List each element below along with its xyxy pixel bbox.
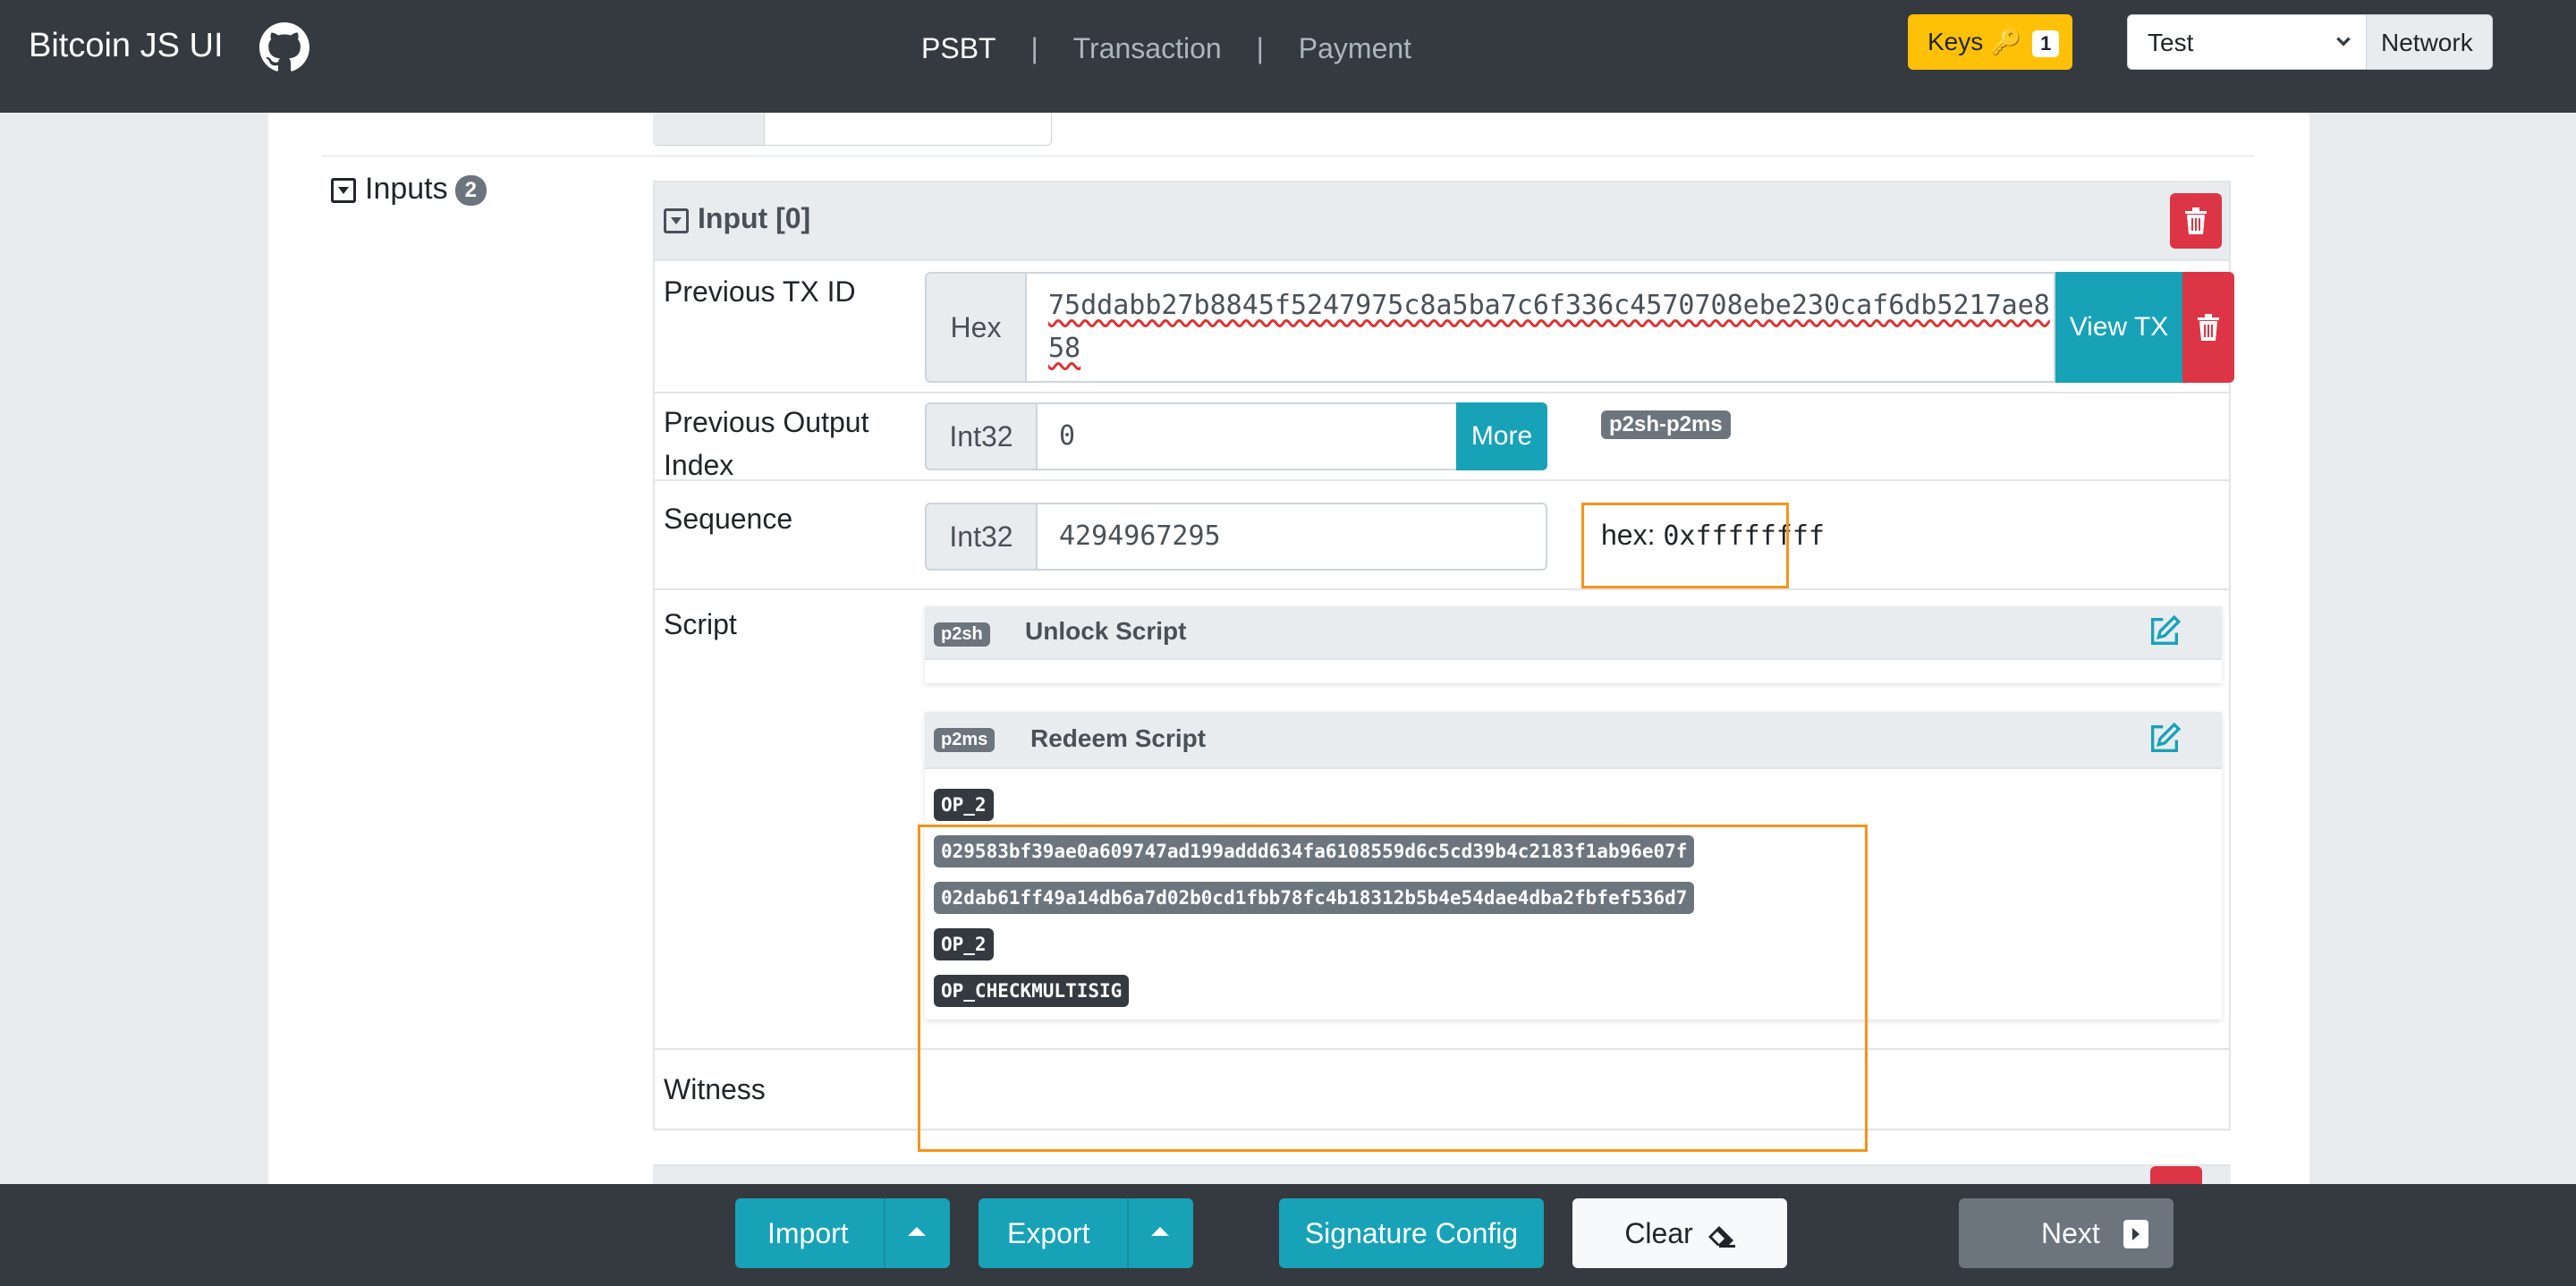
bottom-toolbar: Import Export Signature Config Clear Nex… bbox=[0, 1184, 2576, 1286]
prev-txid-label: Previous TX ID bbox=[664, 275, 856, 308]
eraser-icon bbox=[1707, 1225, 1735, 1248]
redeem-script-header: p2ms Redeem Script bbox=[925, 712, 2222, 769]
next-label: Next bbox=[2041, 1217, 2100, 1249]
nav-psbt[interactable]: PSBT bbox=[921, 32, 996, 65]
export-button[interactable]: Export bbox=[979, 1198, 1193, 1268]
redeem-script-type-badge: p2ms bbox=[934, 728, 996, 752]
import-button[interactable]: Import bbox=[735, 1198, 950, 1268]
network-button[interactable]: Network bbox=[2366, 14, 2493, 70]
app-title[interactable]: Bitcoin JS UI bbox=[29, 27, 224, 65]
input-card-0: Input [0] Previous TX ID Hex 75ddabb27b8… bbox=[653, 181, 2234, 1152]
caret-up-icon[interactable] bbox=[908, 1227, 926, 1236]
row-divider bbox=[655, 479, 2229, 481]
script-type-label: p2sh-p2ms bbox=[1601, 410, 1731, 439]
split-divider bbox=[884, 1198, 886, 1268]
prev-txid-addon: Hex bbox=[925, 272, 1027, 383]
trash-icon bbox=[2198, 314, 2219, 341]
locktime-addon bbox=[653, 113, 765, 145]
highlight-box bbox=[1581, 503, 1789, 588]
delete-input-button[interactable] bbox=[2170, 193, 2222, 249]
nav-separator: | bbox=[1030, 32, 1038, 64]
inputs-count-badge: 2 bbox=[454, 175, 487, 207]
nav-transaction[interactable]: Transaction bbox=[1073, 32, 1222, 65]
prev-txid-input[interactable]: 75ddabb27b8845f5247975c8a5ba7c6f336c4570… bbox=[1025, 272, 2055, 383]
key-icon: 🔑 bbox=[1990, 28, 2022, 55]
sequence-input[interactable]: 4294967295 bbox=[1036, 503, 1547, 571]
nav-separator: | bbox=[1256, 32, 1264, 64]
script-type-badge: p2sh-p2ms bbox=[1601, 410, 1731, 439]
input-card-1 bbox=[653, 1164, 2231, 1186]
import-label: Import bbox=[767, 1217, 849, 1249]
unlock-script-panel: p2sh Unlock Script bbox=[925, 606, 2222, 683]
caret-right-icon bbox=[2123, 1220, 2148, 1248]
nav-links: PSBT | Transaction | Payment bbox=[921, 32, 1411, 65]
keys-label: Keys bbox=[1928, 28, 1984, 55]
row-divider bbox=[655, 392, 2229, 393]
next-button[interactable]: Next bbox=[1959, 1198, 2174, 1268]
row-divider bbox=[655, 588, 2229, 590]
sequence-addon: Int32 bbox=[925, 503, 1038, 571]
view-tx-button[interactable]: View TX bbox=[2055, 272, 2182, 383]
trash-icon bbox=[2185, 207, 2207, 234]
row-divider bbox=[655, 259, 2229, 261]
github-icon[interactable] bbox=[259, 22, 309, 72]
prev-output-index-label: Previous Output Index bbox=[664, 406, 869, 481]
prev-output-index-input[interactable]: 0 bbox=[1036, 402, 1458, 470]
caret-up-icon[interactable] bbox=[1151, 1227, 1169, 1236]
redeem-script-title: Redeem Script bbox=[1030, 724, 1207, 752]
keys-button[interactable]: Keys 🔑 1 bbox=[1908, 14, 2072, 70]
signature-config-button[interactable]: Signature Config bbox=[1279, 1198, 1544, 1268]
edit-icon[interactable] bbox=[2147, 613, 2182, 649]
inputs-label: Inputs bbox=[365, 172, 448, 206]
collapse-toggle-icon bbox=[664, 207, 689, 233]
witness-label: Witness bbox=[664, 1073, 766, 1105]
edit-icon[interactable] bbox=[2147, 721, 2182, 757]
network-selected-value: Test bbox=[2148, 29, 2194, 56]
clear-label: Clear bbox=[1624, 1217, 1693, 1249]
chevron-down-icon bbox=[2336, 37, 2351, 47]
script-op-chip: OP_2 bbox=[934, 789, 994, 821]
inputs-section-toggle[interactable]: Inputs 2 bbox=[331, 172, 487, 207]
network-select[interactable]: Test bbox=[2127, 14, 2367, 70]
unlock-script-header: p2sh Unlock Script bbox=[925, 606, 2222, 660]
top-navbar: Bitcoin JS UI PSBT | Transaction | Payme… bbox=[0, 0, 2576, 113]
nav-payment[interactable]: Payment bbox=[1299, 32, 1411, 65]
main-content: Inputs 2 Input [0] Previous TX ID Hex 75d… bbox=[268, 113, 2309, 1186]
split-divider bbox=[1127, 1198, 1129, 1268]
unlock-script-title: Unlock Script bbox=[1025, 617, 1187, 645]
highlight-box bbox=[918, 825, 1868, 1152]
input-title-toggle[interactable]: Input [0] bbox=[664, 202, 810, 235]
divider bbox=[322, 156, 2254, 157]
delete-txid-button[interactable] bbox=[2182, 272, 2234, 383]
delete-input-button[interactable] bbox=[2150, 1166, 2202, 1186]
sequence-label: Sequence bbox=[664, 503, 793, 535]
prev-txid-value: 75ddabb27b8845f5247975c8a5ba7c6f336c4570… bbox=[1048, 290, 2050, 364]
prev-output-index-addon: Int32 bbox=[925, 402, 1038, 470]
input-title: Input [0] bbox=[698, 202, 811, 234]
unlock-script-type-badge: p2sh bbox=[934, 622, 990, 647]
export-label: Export bbox=[1007, 1217, 1090, 1249]
clear-button[interactable]: Clear bbox=[1572, 1198, 1787, 1268]
script-label: Script bbox=[664, 608, 737, 640]
collapse-toggle-icon bbox=[331, 178, 356, 204]
keys-count-badge: 1 bbox=[2032, 30, 2060, 57]
input-card-header: Input [0] bbox=[655, 182, 2229, 259]
more-button[interactable]: More bbox=[1456, 402, 1547, 470]
